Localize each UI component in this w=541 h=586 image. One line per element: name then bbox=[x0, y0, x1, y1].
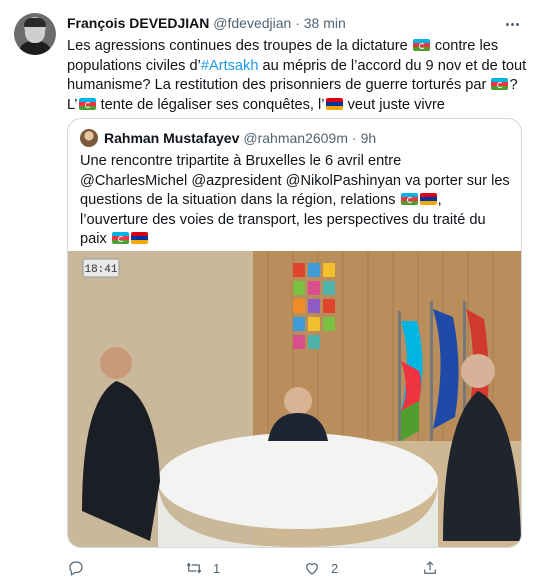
reply-icon bbox=[69, 561, 83, 576]
flag-armenia-icon bbox=[419, 193, 437, 205]
reply-button[interactable] bbox=[67, 558, 95, 578]
avatar-hair bbox=[24, 18, 46, 27]
quoted-text-part: Une rencontre tripartite à Bruxelles le … bbox=[80, 153, 510, 208]
author-name[interactable]: François DEVEDJIAN bbox=[67, 15, 209, 31]
tweet-timestamp[interactable]: 38 min bbox=[304, 15, 346, 31]
retweet-count: 1 bbox=[213, 560, 221, 576]
quoted-author-avatar[interactable] bbox=[80, 129, 98, 147]
retweet-button[interactable]: 1 bbox=[185, 558, 220, 578]
meeting-photo: 18:41 bbox=[68, 251, 521, 547]
like-icon bbox=[306, 563, 318, 575]
retweet-icon bbox=[186, 562, 202, 574]
quoted-author-handle[interactable]: @rahman2609m bbox=[243, 129, 348, 147]
flag-azerbaijan-icon bbox=[491, 78, 509, 90]
quoted-tweet[interactable]: Rahman Mustafayev @rahman2609m · 9h Une … bbox=[67, 118, 522, 548]
author-handle[interactable]: @fdevedjian bbox=[213, 15, 291, 31]
flag-azerbaijan-icon bbox=[111, 232, 129, 244]
header-separator: · bbox=[295, 15, 300, 31]
quoted-photo[interactable]: 18:41 bbox=[68, 251, 521, 547]
tweet[interactable]: François DEVEDJIAN @fdevedjian · 38 min … bbox=[0, 0, 541, 586]
tweet-header: François DEVEDJIAN @fdevedjian · 38 min bbox=[67, 14, 346, 32]
tweet-text-part: veut juste vivre bbox=[343, 96, 445, 113]
more-icon[interactable] bbox=[502, 14, 522, 34]
tweet-text: Les agressions continues des troupes de … bbox=[67, 37, 527, 115]
flag-armenia-icon bbox=[130, 232, 148, 244]
like-button[interactable]: 2 bbox=[303, 558, 338, 578]
author-avatar[interactable] bbox=[14, 13, 56, 55]
hashtag-link[interactable]: #Artsakh bbox=[201, 58, 259, 74]
quoted-header: Rahman Mustafayev @rahman2609m · 9h bbox=[80, 129, 376, 147]
photo-clock-text: 18:41 bbox=[84, 264, 117, 276]
tweet-actions: 1 2 bbox=[67, 558, 527, 578]
share-icon bbox=[424, 561, 436, 574]
quoted-timestamp[interactable]: 9h bbox=[361, 129, 377, 147]
tweet-text-part: tente de légaliser ses conquêtes, l’ bbox=[96, 96, 325, 113]
flag-azerbaijan-icon bbox=[412, 39, 430, 51]
share-button[interactable] bbox=[421, 558, 439, 578]
quoted-author-name[interactable]: Rahman Mustafayev bbox=[104, 129, 239, 147]
flag-azerbaijan-icon bbox=[78, 97, 96, 110]
avatar-body bbox=[18, 41, 52, 55]
like-count: 2 bbox=[331, 560, 339, 576]
flag-armenia-icon bbox=[325, 97, 343, 110]
tweet-text-part: Les agressions continues des troupes de … bbox=[67, 38, 412, 54]
flag-azerbaijan-icon bbox=[400, 193, 418, 205]
quoted-header-separator: · bbox=[351, 130, 357, 146]
quoted-text: Une rencontre tripartite à Bruxelles le … bbox=[80, 152, 510, 250]
